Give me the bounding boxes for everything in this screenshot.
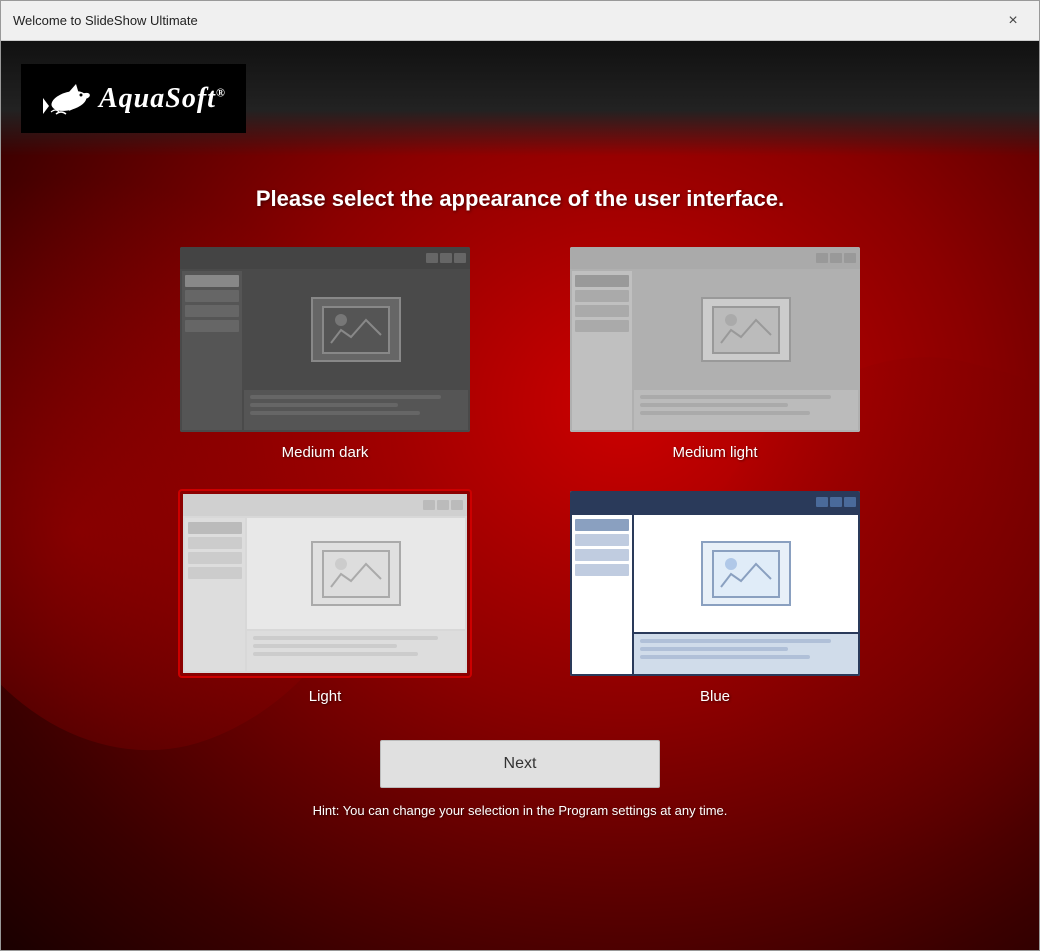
preview-image	[701, 297, 791, 362]
next-button[interactable]: Next	[380, 740, 660, 788]
logo-text: AquaSoft®	[99, 83, 226, 115]
preview-body	[183, 516, 467, 673]
preview-body	[570, 269, 860, 432]
timeline-content	[634, 634, 858, 664]
sidebar-item	[185, 305, 239, 317]
content-area: Please select the appearance of the user…	[1, 156, 1039, 950]
theme-option-light[interactable]: Light	[160, 491, 490, 705]
sidebar-item	[185, 290, 239, 302]
header-logo-area: AquaSoft®	[1, 41, 1039, 156]
logo-box: AquaSoft®	[21, 64, 246, 133]
timeline-line	[253, 652, 418, 656]
sidebar-item	[575, 549, 629, 561]
preview-image	[311, 297, 401, 362]
sidebar-item	[575, 564, 629, 576]
timeline-line	[640, 647, 788, 651]
timeline-line	[640, 403, 788, 407]
preview-main	[247, 518, 465, 671]
win-btn-close	[451, 500, 463, 510]
preview-canvas	[634, 515, 858, 632]
sidebar-item	[188, 537, 242, 549]
logo: AquaSoft®	[41, 76, 226, 121]
timeline-content	[247, 631, 465, 661]
main-content: AquaSoft® Please select the appearance o…	[1, 41, 1039, 950]
preview-timeline	[244, 390, 468, 430]
theme-label-medium-light: Medium light	[672, 444, 757, 461]
sidebar-item	[575, 519, 629, 531]
sidebar-item	[575, 275, 629, 287]
timeline-content	[634, 390, 858, 420]
preview-main	[634, 515, 858, 674]
title-bar: Welcome to SlideShow Ultimate ×	[1, 1, 1039, 41]
dolphin-icon	[41, 76, 91, 121]
sidebar-item	[575, 534, 629, 546]
preview-canvas	[634, 271, 858, 388]
preview-titlebar	[183, 494, 467, 516]
theme-option-medium-light[interactable]: Medium light	[550, 247, 880, 461]
preview-sidebar	[572, 271, 632, 430]
win-btn-min	[423, 500, 435, 510]
preview-timeline	[634, 390, 858, 430]
window-title: Welcome to SlideShow Ultimate	[13, 13, 198, 28]
timeline-line	[253, 636, 438, 640]
timeline-line	[640, 411, 810, 415]
theme-option-blue[interactable]: Blue	[550, 491, 880, 705]
preview-canvas	[247, 518, 465, 629]
win-btn-min	[816, 497, 828, 507]
sidebar-item	[575, 305, 629, 317]
preview-body	[180, 269, 470, 432]
theme-option-medium-dark[interactable]: Medium dark	[160, 247, 490, 461]
preview-sidebar	[185, 518, 245, 671]
close-button[interactable]: ×	[999, 7, 1027, 35]
timeline-line	[640, 655, 810, 659]
preview-titlebar	[180, 247, 470, 269]
win-btn-close	[454, 253, 466, 263]
preview-image	[701, 541, 791, 606]
sidebar-item	[185, 320, 239, 332]
preview-canvas	[244, 271, 468, 388]
win-btn-max	[440, 253, 452, 263]
sidebar-item	[575, 320, 629, 332]
preview-main	[244, 271, 468, 430]
timeline-line	[250, 395, 441, 399]
application-window: Welcome to SlideShow Ultimate ×	[0, 0, 1040, 951]
preview-timeline	[634, 634, 858, 674]
timeline-line	[640, 639, 831, 643]
preview-titlebar	[570, 247, 860, 269]
theme-label-blue: Blue	[700, 688, 730, 705]
preview-sidebar	[182, 271, 242, 430]
timeline-line	[253, 644, 397, 648]
theme-preview-blue	[570, 491, 860, 676]
preview-titlebar	[570, 491, 860, 513]
theme-label-light: Light	[309, 688, 342, 705]
hint-text: Hint: You can change your selection in t…	[313, 803, 728, 818]
win-btn-max	[437, 500, 449, 510]
preview-image	[311, 541, 401, 606]
theme-label-medium-dark: Medium dark	[282, 444, 369, 461]
theme-preview-medium-light	[570, 247, 860, 432]
theme-preview-medium-dark	[180, 247, 470, 432]
theme-grid: Medium dark	[160, 247, 880, 705]
win-btn-max	[830, 253, 842, 263]
preview-main	[634, 271, 858, 430]
timeline-line	[640, 395, 831, 399]
sidebar-item	[188, 552, 242, 564]
sidebar-item	[188, 522, 242, 534]
sidebar-item	[575, 290, 629, 302]
theme-preview-light	[180, 491, 470, 676]
timeline-line	[250, 411, 420, 415]
timeline-content	[244, 390, 468, 420]
preview-sidebar	[572, 515, 632, 674]
timeline-line	[250, 403, 398, 407]
win-btn-close	[844, 497, 856, 507]
sidebar-item	[188, 567, 242, 579]
win-btn-min	[426, 253, 438, 263]
preview-timeline	[247, 631, 465, 671]
preview-body	[570, 513, 860, 676]
win-btn-max	[830, 497, 842, 507]
sidebar-item	[185, 275, 239, 287]
page-heading: Please select the appearance of the user…	[256, 186, 784, 212]
win-btn-close	[844, 253, 856, 263]
win-btn-min	[816, 253, 828, 263]
